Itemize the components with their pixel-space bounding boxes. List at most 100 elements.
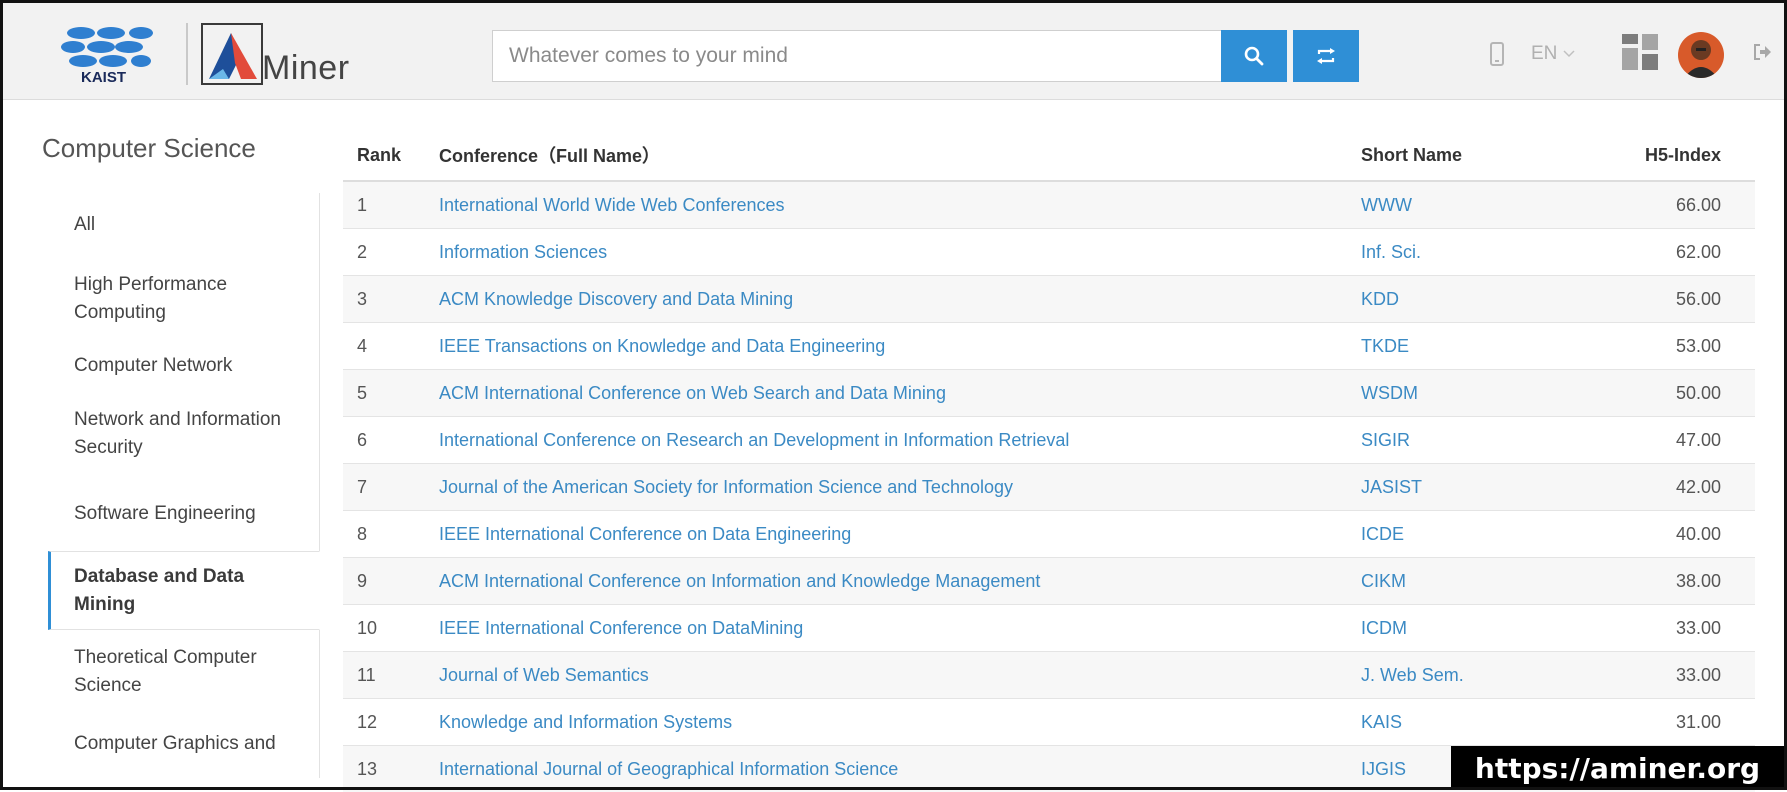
logo-divider — [186, 23, 188, 85]
sidebar-item-theoretical-cs[interactable]: Theoretical Computer Science — [48, 630, 319, 714]
rank-cell: 3 — [343, 276, 431, 323]
sidebar-item-label: Computer Graphics and — [74, 730, 276, 758]
rank-cell: 1 — [343, 181, 431, 229]
short-name-link[interactable]: KAIS — [1361, 712, 1402, 732]
sidebar-item-network-security[interactable]: Network and Information Security — [48, 392, 319, 476]
rank-cell: 7 — [343, 464, 431, 511]
swap-icon — [1315, 47, 1337, 65]
rank-cell: 5 — [343, 370, 431, 417]
conference-link[interactable]: ACM International Conference on Web Sear… — [439, 383, 946, 403]
search-icon — [1244, 46, 1264, 66]
table-row: 6International Conference on Research an… — [343, 417, 1755, 464]
conference-link[interactable]: International World Wide Web Conferences — [439, 195, 785, 215]
short-name-link[interactable]: ICDE — [1361, 524, 1404, 544]
sidebar-item-all[interactable]: All — [48, 193, 319, 257]
conference-link[interactable]: IEEE International Conference on DataMin… — [439, 618, 803, 638]
column-header-h5-index[interactable]: H5-Index — [1581, 130, 1755, 181]
conference-link[interactable]: International Conference on Research an … — [439, 430, 1069, 450]
rank-cell: 8 — [343, 511, 431, 558]
column-header-rank[interactable]: Rank — [343, 130, 431, 181]
conference-link[interactable]: Information Sciences — [439, 242, 607, 262]
short-name-link[interactable]: WWW — [1361, 195, 1412, 215]
sidebar-item-label: Network and Information Security — [74, 406, 301, 462]
sidebar-item-database-data-mining[interactable]: Database and Data Mining — [48, 551, 320, 630]
search-button[interactable] — [1221, 30, 1287, 82]
conference-link[interactable]: ACM Knowledge Discovery and Data Mining — [439, 289, 793, 309]
logout-icon[interactable] — [1753, 43, 1773, 61]
h5-index-cell: 62.00 — [1581, 229, 1755, 276]
h5-index-cell: 38.00 — [1581, 558, 1755, 605]
short-name-link[interactable]: IJGIS — [1361, 759, 1406, 779]
aminer-logo-text: Miner — [262, 49, 350, 88]
h5-index-cell: 50.00 — [1581, 370, 1755, 417]
short-name-link[interactable]: SIGIR — [1361, 430, 1410, 450]
column-header-short-name[interactable]: Short Name — [1361, 130, 1581, 181]
sidebar-item-computer-graphics[interactable]: Computer Graphics and — [48, 714, 319, 778]
short-name-link[interactable]: J. Web Sem. — [1361, 665, 1464, 685]
sidebar-item-label: Theoretical Computer Science — [74, 644, 301, 700]
aminer-mark-icon — [201, 23, 263, 85]
column-header-conference[interactable]: Conference（Full Name） — [431, 130, 1361, 181]
short-name-link[interactable]: JASIST — [1361, 477, 1422, 497]
switch-button[interactable] — [1293, 30, 1359, 82]
sidebar-item-software-engineering[interactable]: Software Engineering — [48, 476, 319, 551]
table-row: 2 Information Sciences Inf. Sci. 62.00 — [343, 229, 1755, 276]
conference-link[interactable]: Knowledge and Information Systems — [439, 712, 732, 732]
table-row: 9 ACM International Conference on Informa… — [343, 558, 1755, 605]
h5-index-cell: 47.00 — [1581, 417, 1755, 464]
table-row: 12 Knowledge and Information Systems KAIS 3… — [343, 699, 1755, 746]
conference-link[interactable]: IEEE Transactions on Knowledge and Data … — [439, 336, 885, 356]
conference-link[interactable]: Journal of Web Semantics — [439, 665, 649, 685]
language-label: EN — [1531, 43, 1557, 65]
apps-grid-icon[interactable] — [1622, 34, 1658, 70]
short-name-link[interactable]: WSDM — [1361, 383, 1418, 403]
table-row: 8 IEEE International Conference on Data E… — [343, 511, 1755, 558]
table-header-row: Rank Conference（Full Name） Short Name H5… — [343, 130, 1755, 181]
sidebar-item-computer-network[interactable]: Computer Network — [48, 340, 319, 392]
conference-link[interactable]: ACM International Conference on Informat… — [439, 571, 1040, 591]
table-row: 7 Journal of the American Society for Inf… — [343, 464, 1755, 511]
short-name-link[interactable]: ICDM — [1361, 618, 1407, 638]
table-row: 4 IEEE Transactions on Knowledge and Data… — [343, 323, 1755, 370]
short-name-link[interactable]: KDD — [1361, 289, 1399, 309]
table-row: 3 ACM Knowledge Discovery and Data Mining… — [343, 276, 1755, 323]
user-avatar[interactable] — [1678, 32, 1724, 78]
search-input[interactable] — [492, 30, 1221, 82]
table-row: 11 Journal of Web Semantics J. Web Sem. 33.… — [343, 652, 1755, 699]
rank-cell: 10 — [343, 605, 431, 652]
rank-cell: 2 — [343, 229, 431, 276]
chevron-down-icon — [1563, 50, 1575, 58]
h5-index-cell: 33.00 — [1581, 652, 1755, 699]
sidebar-item-label: All — [74, 211, 95, 239]
rank-cell: 4 — [343, 323, 431, 370]
short-name-link[interactable]: CIKM — [1361, 571, 1406, 591]
aminer-logo[interactable]: Miner — [201, 23, 361, 87]
h5-index-cell: 42.00 — [1581, 464, 1755, 511]
table-row: 1 International World Wide Web Conference… — [343, 181, 1755, 229]
language-selector[interactable]: EN — [1531, 43, 1575, 65]
conference-link[interactable]: Journal of the American Society for Info… — [439, 477, 1013, 497]
h5-index-cell: 40.00 — [1581, 511, 1755, 558]
h5-index-cell: 31.00 — [1581, 699, 1755, 746]
sidebar-item-high-performance-computing[interactable]: High Performance Computing — [48, 257, 319, 340]
category-list: All High Performance Computing Computer … — [48, 193, 320, 778]
kaist-logo[interactable]: KAIST — [61, 25, 171, 85]
conference-link[interactable]: IEEE International Conference on Data En… — [439, 524, 851, 544]
sidebar-item-label: Database and Data Mining — [74, 563, 301, 619]
mobile-icon[interactable] — [1490, 42, 1504, 66]
rank-cell: 11 — [343, 652, 431, 699]
short-name-link[interactable]: Inf. Sci. — [1361, 242, 1421, 262]
rank-cell: 12 — [343, 699, 431, 746]
h5-index-cell: 66.00 — [1581, 181, 1755, 229]
sidebar-item-label: Software Engineering — [74, 500, 256, 528]
table-row: 5 ACM International Conference on Web Sea… — [343, 370, 1755, 417]
url-watermark: https://aminer.org — [1451, 746, 1784, 790]
table-row: 10 IEEE International Conference on DataM… — [343, 605, 1755, 652]
short-name-link[interactable]: TKDE — [1361, 336, 1409, 356]
sidebar-item-label: High Performance Computing — [74, 271, 301, 327]
sidebar-item-label: Computer Network — [74, 352, 232, 380]
rank-cell: 9 — [343, 558, 431, 605]
conference-link[interactable]: International Journal of Geographical In… — [439, 759, 898, 779]
h5-index-cell: 53.00 — [1581, 323, 1755, 370]
kaist-logo-text: KAIST — [81, 69, 126, 85]
